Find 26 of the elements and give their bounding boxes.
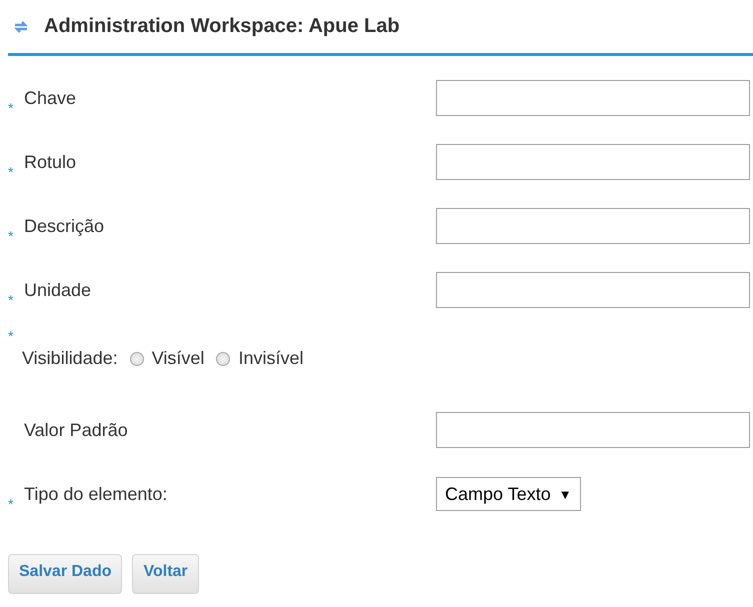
field-label: Rotulo (24, 152, 76, 172)
field-label: Visibilidade: (22, 348, 118, 369)
radio-button[interactable] (216, 352, 230, 366)
input-field[interactable] (436, 144, 750, 180)
required-mark: * (8, 328, 14, 344)
radio-label[interactable]: Visível (152, 348, 204, 369)
required-mark: * (8, 292, 14, 308)
required-mark: * (8, 164, 14, 180)
field-label: Unidade (24, 280, 92, 300)
radio-button[interactable] (130, 352, 144, 366)
action-button[interactable]: Voltar (132, 554, 199, 594)
field-label: Chave (24, 88, 76, 108)
field-label: Tipo do elemento: (24, 484, 168, 504)
required-mark: * (8, 100, 14, 116)
required-mark: * (8, 496, 14, 512)
field-label: Descrição (24, 216, 104, 236)
page-title: Administration Workspace: Apue Lab (44, 15, 400, 38)
radio-label[interactable]: Invisível (238, 348, 304, 369)
input-field[interactable] (436, 412, 750, 448)
required-mark: * (8, 228, 14, 244)
input-field[interactable] (436, 80, 750, 116)
input-field[interactable] (436, 272, 750, 308)
field-label: Valor Padrão (24, 420, 128, 440)
action-button[interactable]: Salvar Dado (8, 554, 122, 594)
dropdown[interactable]: Campo Texto ▼ (436, 477, 581, 511)
input-field[interactable] (436, 208, 750, 244)
